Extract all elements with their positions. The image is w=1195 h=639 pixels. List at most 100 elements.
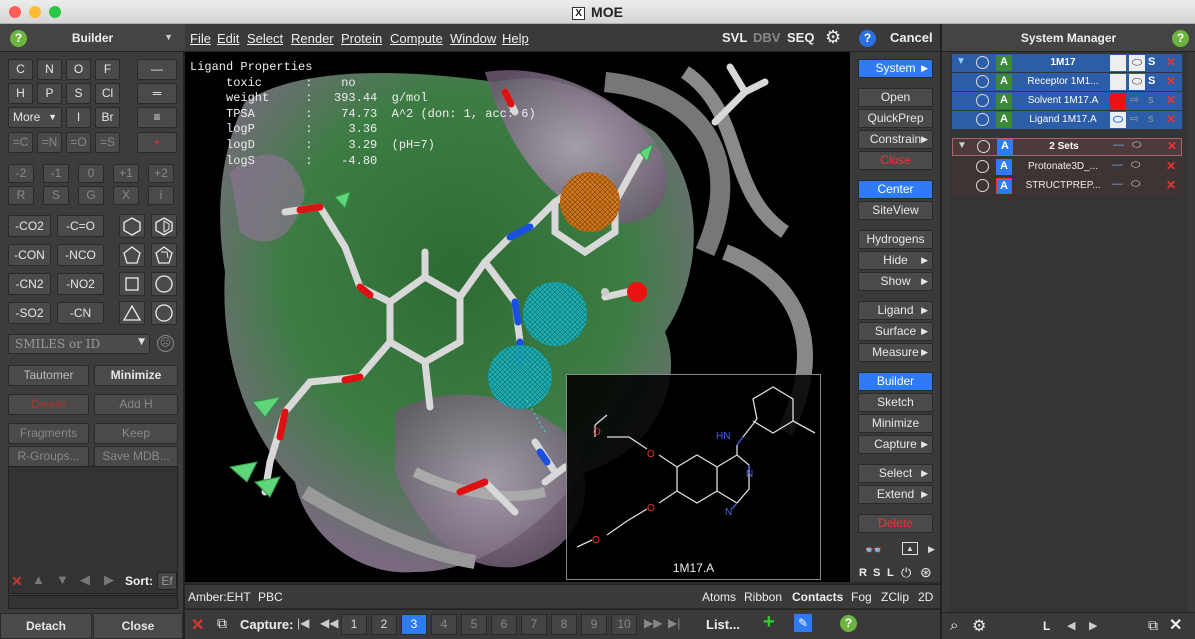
delete-row-icon[interactable]: ✕ <box>1166 112 1176 126</box>
system-row-1m17[interactable]: ▼ A 1M17 ⬭ S ✕ <box>952 54 1182 72</box>
collapse-icon[interactable]: ▼ <box>957 140 967 151</box>
more-elements-button[interactable]: More ▼ <box>8 107 62 128</box>
system-row-solvent[interactable]: A Solvent 1M17.A ⇨ s ✕ <box>952 92 1182 110</box>
menu-window[interactable]: Window <box>450 31 496 46</box>
capture-page-5[interactable]: 5 <box>461 614 487 635</box>
line-style-toggle[interactable]: — <box>1112 178 1123 190</box>
arrow-left-icon[interactable]: ◀ <box>1067 619 1075 632</box>
group-co2-button[interactable]: -CO2 <box>8 215 51 237</box>
menu-help[interactable]: Help <box>502 31 529 46</box>
visibility-icon[interactable] <box>976 113 989 126</box>
triangle-ring-button[interactable] <box>119 301 145 325</box>
rotate-l-button[interactable]: L <box>887 567 894 579</box>
charge-plus2-button[interactable]: +2 <box>148 164 174 183</box>
atom-color-icon[interactable]: A <box>997 139 1013 155</box>
flip-icon[interactable]: ⏻ <box>901 565 911 581</box>
arrow-left-icon[interactable]: ◀ <box>80 572 90 588</box>
double-bond-button[interactable]: ═ <box>137 83 177 104</box>
pentagon-aromatic-button[interactable] <box>151 243 177 267</box>
glasses-icon[interactable]: 👓 <box>864 541 883 559</box>
arrow-down-icon[interactable]: ▼ <box>56 572 69 587</box>
element-h-button[interactable]: H <box>8 83 33 104</box>
menu-select[interactable]: Select <box>247 31 283 46</box>
line-style-toggle[interactable]: — <box>1112 159 1123 171</box>
group-cn-button[interactable]: -CN <box>57 302 104 324</box>
surface-toggle[interactable]: s <box>1148 94 1154 106</box>
arrow-right-icon[interactable]: ▶ <box>928 544 935 555</box>
show-button[interactable]: Show ▶ <box>858 272 933 291</box>
sad-face-icon[interactable]: ☹ <box>157 335 174 352</box>
bond-o-button[interactable]: =O <box>66 132 91 153</box>
ligand-filter-button[interactable]: L <box>1043 619 1050 633</box>
zclip-toggle[interactable]: ZClip <box>881 590 909 604</box>
line-style-toggle[interactable] <box>1110 55 1126 71</box>
element-p-button[interactable]: P <box>37 83 62 104</box>
close-icon[interactable]: ✕ <box>191 615 204 635</box>
surface-toggle[interactable]: S <box>1148 56 1155 68</box>
stick-style-toggle[interactable]: ⬭ <box>1129 55 1145 71</box>
center-button[interactable]: Center <box>858 180 933 199</box>
stick-style-toggle[interactable]: ⬭ <box>1131 159 1140 172</box>
group-nco-button[interactable]: -NCO <box>57 244 104 266</box>
stick-style-toggle[interactable]: ⬭ <box>1131 178 1140 191</box>
fragments-button[interactable]: Fragments <box>8 423 89 444</box>
atom-color-icon[interactable]: A <box>996 93 1012 109</box>
system-button[interactable]: System ▶ <box>858 59 933 78</box>
stick-style-toggle[interactable]: ⬭ <box>1132 139 1141 152</box>
charge-minus2-button[interactable]: -2 <box>8 164 34 183</box>
element-f-button[interactable]: F <box>95 59 120 80</box>
remove-icon[interactable]: ✕ <box>11 573 23 590</box>
bond-n-button[interactable]: =N <box>37 132 62 153</box>
save-mdb-button[interactable]: Save MDB... <box>94 446 178 467</box>
menu-edit[interactable]: Edit <box>217 31 239 46</box>
stick-style-toggle[interactable]: ⬭ <box>1129 74 1145 90</box>
image-icon[interactable]: ▲ <box>902 542 918 555</box>
previous-page-icon[interactable]: ◀◀ <box>320 616 338 630</box>
capture-page-3[interactable]: 3 <box>401 614 427 635</box>
benzene-ring-button[interactable] <box>119 214 145 238</box>
delete-row-icon[interactable]: ✕ <box>1166 178 1176 192</box>
quickprep-button[interactable]: QuickPrep <box>858 109 933 128</box>
aromatic-ring-button[interactable] <box>151 214 177 238</box>
atom-color-icon[interactable]: A <box>996 178 1012 194</box>
amber-forcefield-button[interactable]: Amber:EHT <box>188 590 251 604</box>
rotate-s-button[interactable]: S <box>873 567 880 579</box>
chirality-x-button[interactable]: X <box>113 186 139 205</box>
delete-button[interactable]: Delete <box>8 394 89 415</box>
open-button[interactable]: Open <box>858 88 933 107</box>
close-icon[interactable]: ✕ <box>1169 615 1182 635</box>
capture-page-7[interactable]: 7 <box>521 614 547 635</box>
capture-page-8[interactable]: 8 <box>551 614 577 635</box>
element-br-button[interactable]: Br <box>95 107 120 128</box>
dbv-button[interactable]: DBV <box>753 30 780 45</box>
arrow-up-icon[interactable]: ▲ <box>32 572 45 587</box>
visibility-icon[interactable] <box>976 94 989 107</box>
atoms-toggle[interactable]: Atoms <box>702 590 736 604</box>
rotate-r-button[interactable]: R <box>859 567 867 579</box>
group-con-button[interactable]: -CON <box>8 244 51 266</box>
capture-page-4[interactable]: 4 <box>431 614 457 635</box>
line-style-toggle[interactable] <box>1110 93 1126 109</box>
external-link-icon[interactable]: ⧉ <box>217 615 227 632</box>
external-link-icon[interactable]: ⧉ <box>1148 617 1158 634</box>
builder-close-button[interactable]: Close <box>93 613 183 639</box>
visibility-icon[interactable] <box>976 75 989 88</box>
large-ring-button[interactable] <box>151 272 177 296</box>
siteview-button[interactable]: SiteView <box>858 201 933 220</box>
hide-button[interactable]: Hide ▶ <box>858 251 933 270</box>
element-o-button[interactable]: O <box>66 59 91 80</box>
element-i-button[interactable]: I <box>66 107 91 128</box>
atom-color-icon[interactable]: A <box>996 74 1012 90</box>
capture-help-button[interactable]: ? <box>840 615 857 632</box>
smiles-input[interactable]: SMILES or ID ▼ <box>8 334 150 354</box>
charge-minus1-button[interactable]: -1 <box>43 164 69 183</box>
search-icon[interactable]: ⌕ <box>950 617 958 634</box>
arrow-style-toggle[interactable]: ⇨ <box>1130 112 1139 125</box>
minimize-command-button[interactable]: Minimize <box>858 414 933 433</box>
visibility-icon[interactable] <box>976 56 989 69</box>
sketch-button[interactable]: Sketch <box>858 393 933 412</box>
line-style-toggle[interactable]: — <box>1113 139 1124 151</box>
add-h-button[interactable]: Add H <box>94 394 178 415</box>
last-page-icon[interactable]: ▶| <box>668 616 680 630</box>
globe-icon[interactable]: ⊛ <box>920 564 932 581</box>
